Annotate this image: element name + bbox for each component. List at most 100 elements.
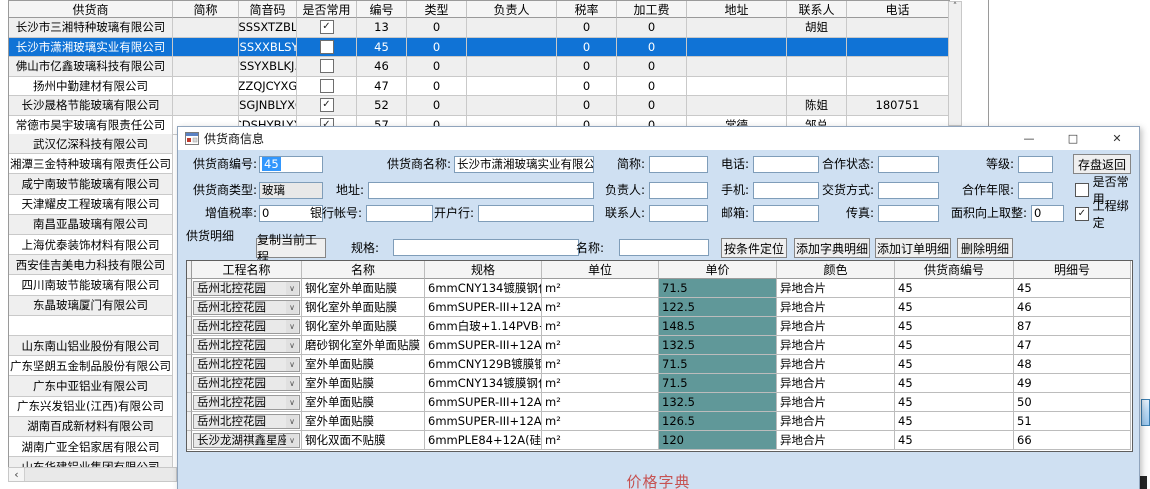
detail-cell[interactable]: 6mmCNY134镀膜钢化 — [425, 279, 542, 298]
common-use-checkbox[interactable]: 是否常用 — [1075, 181, 1139, 198]
common-use-cell[interactable] — [297, 57, 357, 77]
column-header[interactable]: 编号 — [357, 1, 407, 18]
detail-cell[interactable]: 45 — [895, 431, 1014, 450]
common-use-cell[interactable] — [297, 77, 357, 97]
detail-cell[interactable]: 132.5 — [659, 393, 777, 412]
column-header[interactable]: 供货商 — [9, 1, 173, 18]
checkbox-icon[interactable]: ✓ — [320, 20, 334, 34]
detail-cell[interactable]: m² — [542, 393, 659, 412]
detail-cell[interactable]: 室外单面贴膜 — [302, 393, 425, 412]
maximize-button[interactable]: □ — [1051, 127, 1095, 150]
project-name-cell[interactable]: 岳州北控花园∨ — [192, 317, 302, 336]
checkbox-icon[interactable] — [320, 40, 334, 54]
vertical-scrollbar[interactable]: ˄ — [948, 1, 962, 126]
column-header[interactable]: 联系人 — [787, 1, 847, 18]
checkbox-icon[interactable] — [320, 59, 334, 73]
project-name-cell[interactable]: 岳州北控花园∨ — [192, 279, 302, 298]
column-header[interactable]: 地址 — [687, 1, 787, 18]
list-item[interactable]: 湖南广亚全铝家居有限公司 — [9, 437, 173, 457]
detail-cell[interactable]: 148.5 — [659, 317, 777, 336]
column-header[interactable]: 单位 — [542, 261, 659, 279]
detail-cell[interactable]: 47 — [1014, 336, 1131, 355]
chevron-down-icon[interactable]: ∨ — [286, 377, 298, 390]
add-dict-detail-button[interactable]: 添加字典明细 — [794, 238, 870, 258]
detail-cell[interactable]: 45 — [1014, 279, 1131, 298]
detail-cell[interactable]: 异地合片 — [777, 336, 895, 355]
list-item[interactable]: 广东坚朗五金制品股份有限公司 — [9, 356, 173, 376]
detail-cell[interactable]: 45 — [895, 317, 1014, 336]
column-header[interactable]: 明细号 — [1014, 261, 1131, 279]
detail-cell[interactable]: 磨砂钢化室外单面贴膜 — [302, 336, 425, 355]
detail-cell[interactable]: 126.5 — [659, 412, 777, 431]
detail-cell[interactable]: 6mmCNY134镀膜钢化 — [425, 374, 542, 393]
detail-cell[interactable]: m² — [542, 317, 659, 336]
detail-cell[interactable]: m² — [542, 431, 659, 450]
table-row[interactable]: 佛山市亿鑫玻璃科技有限公司FSSYXBLKJ..46000 — [9, 57, 949, 77]
chevron-down-icon[interactable]: ∨ — [286, 282, 298, 295]
detail-cell[interactable]: 异地合片 — [777, 393, 895, 412]
detail-row[interactable]: 岳州北控花园∨钢化室外单面贴膜6mmSUPER-III+12A(硅...m²12… — [187, 298, 1131, 317]
detail-cell[interactable]: 45 — [895, 374, 1014, 393]
chevron-down-icon[interactable]: ∨ — [286, 415, 298, 428]
detail-cell[interactable]: 6mm白玻+1.14PVB+6mm... — [425, 317, 542, 336]
detail-cell[interactable]: 51 — [1014, 412, 1131, 431]
close-button[interactable]: ✕ — [1095, 127, 1139, 150]
detail-cell[interactable]: 45 — [895, 412, 1014, 431]
column-header[interactable]: 负责人 — [467, 1, 557, 18]
table-row[interactable]: 长沙市潇湘玻璃实业有限公司CSSXXBLSY..45000 — [9, 38, 949, 58]
detail-cell[interactable]: 6mmSUPER-III+12A(硅... — [425, 298, 542, 317]
column-header[interactable]: 简称 — [173, 1, 239, 18]
column-header[interactable]: 简音码 — [239, 1, 297, 18]
delete-detail-button[interactable]: 删除明细 — [957, 238, 1013, 258]
detail-cell[interactable]: m² — [542, 355, 659, 374]
detail-cell[interactable]: 71.5 — [659, 374, 777, 393]
detail-cell[interactable]: 66 — [1014, 431, 1131, 450]
table-row[interactable]: 长沙晟格节能玻璃有限公司CSSGJNBLYXGS✓52000陈姐180751 — [9, 96, 949, 116]
detail-row[interactable]: 岳州北控花园∨磨砂钢化室外单面贴膜6mmSUPER-III+12A(硅...m²… — [187, 336, 1131, 355]
detail-cell[interactable]: 45 — [895, 298, 1014, 317]
name-input[interactable] — [619, 239, 709, 256]
column-header[interactable]: 供货商编号 — [895, 261, 1014, 279]
chevron-down-icon[interactable]: ∨ — [286, 396, 298, 409]
detail-cell[interactable]: 异地合片 — [777, 374, 895, 393]
add-order-detail-button[interactable]: 添加订单明细 — [875, 238, 951, 258]
project-name-cell[interactable]: 岳州北控花园∨ — [192, 336, 302, 355]
detail-cell[interactable]: 87 — [1014, 317, 1131, 336]
project-name-cell[interactable]: 岳州北控花园∨ — [192, 374, 302, 393]
project-name-cell[interactable]: 岳州北控花园∨ — [192, 355, 302, 374]
project-bind-checkbox[interactable]: ✓ 工程绑定 — [1075, 205, 1139, 222]
chevron-down-icon[interactable]: ∨ — [286, 358, 298, 371]
detail-row[interactable]: 岳州北控花园∨室外单面贴膜6mmSUPER-III+12A(硅...m²126.… — [187, 412, 1131, 431]
detail-cell[interactable]: m² — [542, 279, 659, 298]
detail-cell[interactable]: 异地合片 — [777, 317, 895, 336]
list-item[interactable]: 四川南玻节能玻璃有限公司 — [9, 275, 173, 295]
detail-row[interactable]: 岳州北控花园∨室外单面贴膜6mmSUPER-III+12A(硅...m²132.… — [187, 393, 1131, 412]
list-item[interactable]: 东晶玻璃厦门有限公司 — [9, 296, 173, 316]
list-item[interactable]: 武汉亿深科技有限公司 — [9, 134, 173, 154]
detail-cell[interactable]: 6mmSUPER-III+12A(硅... — [425, 412, 542, 431]
chevron-down-icon[interactable]: ∨ — [286, 339, 298, 352]
copy-project-button[interactable]: 复制当前工程 — [256, 238, 326, 258]
list-item[interactable]: 湖南百成新材料有限公司 — [9, 417, 173, 437]
detail-cell[interactable]: m² — [542, 374, 659, 393]
column-header[interactable]: 是否常用 — [297, 1, 357, 18]
detail-cell[interactable]: 钢化室外单面贴膜 — [302, 317, 425, 336]
project-name-cell[interactable]: 岳州北控花园∨ — [192, 298, 302, 317]
table-row[interactable]: 扬州中勤建材有限公司YZZQJCYXGS47000 — [9, 77, 949, 97]
detail-cell[interactable]: 异地合片 — [777, 431, 895, 450]
dialog-titlebar[interactable]: 供货商信息 — □ ✕ — [178, 127, 1139, 150]
scroll-up-icon[interactable]: ˄ — [953, 2, 958, 12]
detail-cell[interactable]: 71.5 — [659, 279, 777, 298]
checkbox-icon[interactable]: ✓ — [320, 98, 334, 112]
table-row[interactable]: 长沙市三湘特种玻璃有限公司CSSSXTZBL..✓13000胡姐 — [9, 18, 949, 38]
common-use-cell[interactable]: ✓ — [297, 96, 357, 116]
detail-cell[interactable]: 钢化室外单面贴膜 — [302, 279, 425, 298]
detail-cell[interactable]: m² — [542, 336, 659, 355]
column-header[interactable]: 类型 — [407, 1, 467, 18]
detail-cell[interactable]: 异地合片 — [777, 412, 895, 431]
detail-row[interactable]: 岳州北控花园∨钢化室外单面贴膜6mmCNY134镀膜钢化m²71.5异地合片45… — [187, 279, 1131, 298]
list-item[interactable]: 山东华建铝业集团有限公司 — [9, 457, 173, 467]
list-item[interactable]: 上海优泰装饰材料有限公司 — [9, 235, 173, 255]
detail-cell[interactable]: 6mmCNY129B镀膜钢化 — [425, 355, 542, 374]
grade-input[interactable] — [1018, 156, 1053, 173]
